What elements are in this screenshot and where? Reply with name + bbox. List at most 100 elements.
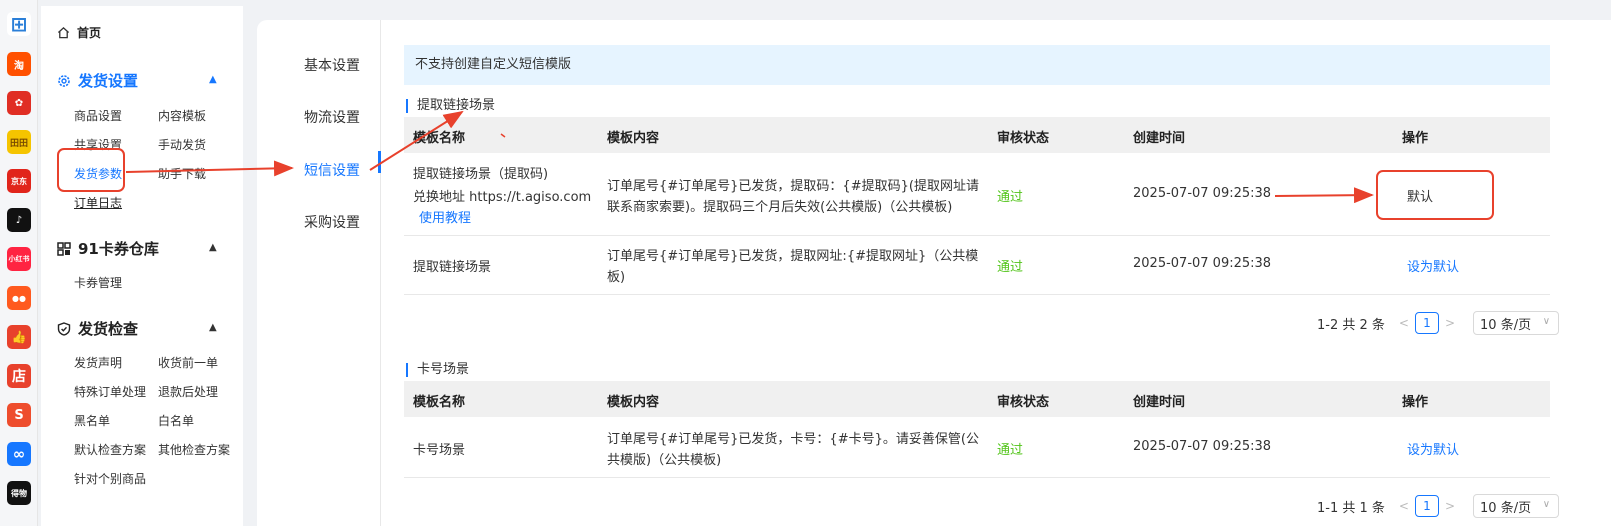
sidebar-item-special-orders[interactable]: 特殊订单处理	[74, 383, 146, 400]
shop-icon[interactable]: 店	[7, 364, 31, 388]
set-default-button[interactable]: 设为默认	[1407, 256, 1459, 275]
sidebar-item-post-refund[interactable]: 退款后处理	[158, 383, 218, 400]
next-page-icon[interactable]: >	[1445, 499, 1455, 513]
template-content: 共模版)（公共模板)	[607, 453, 722, 468]
sidebar-group-delivery-settings[interactable]: 发货设置	[57, 70, 138, 91]
pagination-summary: 1-1 共 1 条	[1317, 500, 1385, 516]
table-row: 卡号场景 订单尾号{#订单尾号}已发货，卡号：{#卡号}。请妥善保管(公 共模版…	[404, 417, 1550, 478]
sidebar-home-label: 首页	[77, 26, 102, 40]
section-title: 卡号场景	[406, 363, 469, 377]
pagination: 1-2 共 2 条 < 1 > 10 条/页 ∨	[1317, 311, 1560, 335]
column-header-name: 模板名称	[413, 395, 466, 410]
sidebar-item-delivery-statement[interactable]: 发货声明	[74, 354, 122, 371]
sidebar-item-content-template[interactable]: 内容模板	[158, 107, 206, 124]
sidebar-group-coupon-warehouse[interactable]: 91卡券仓库	[57, 238, 159, 259]
column-header-created: 创建时间	[1133, 395, 1186, 410]
sidebar-item-default-check-plan[interactable]: 默认检查方案	[74, 441, 146, 458]
sidebar-item-specific-products[interactable]: 针对个别商品	[74, 470, 146, 487]
tutorial-link[interactable]: 使用教程	[419, 207, 471, 226]
tiktok-icon[interactable]: ♪	[7, 208, 31, 232]
pagination-summary: 1-2 共 2 条	[1317, 317, 1385, 333]
gear-icon	[58, 74, 70, 87]
created-time: 2025-07-07 09:25:38	[1133, 256, 1272, 271]
pinduoduo-icon[interactable]: ✿	[7, 91, 31, 115]
tab-purchase-settings[interactable]: 采购设置	[304, 212, 360, 232]
sidebar: 首页 发货设置 ▲ 商品设置 内容模板 共享设置 手动发货 发货参数 助手下载 …	[41, 6, 243, 526]
column-header-action: 操作	[1402, 131, 1429, 146]
pagination: 1-1 共 1 条 < 1 > 10 条/页 ∨	[1317, 494, 1560, 518]
tab-logistics-settings[interactable]: 物流设置	[304, 107, 360, 127]
tab-basic-settings[interactable]: 基本设置	[304, 55, 360, 75]
column-header-content: 模板内容	[607, 395, 660, 410]
page-size-select[interactable]: 10 条/页 ∨	[1473, 494, 1560, 518]
chevron-up-icon[interactable]: ▲	[209, 322, 217, 333]
column-header-content: 模板内容	[607, 131, 660, 146]
dewu-icon[interactable]: 得物	[7, 481, 31, 505]
column-header-created: 创建时间	[1133, 131, 1186, 146]
page-size-value: 10 条/页	[1480, 317, 1532, 333]
annotation-highlight-box	[57, 148, 125, 192]
table-row: 提取链接场景 订单尾号{#订单尾号}已发货，提取网址:{#提取网址}（公共模 板…	[404, 236, 1550, 295]
table-header: 模板名称 模板内容 审核状态 创建时间 操作	[404, 117, 1550, 153]
taobao-icon[interactable]: 淘	[7, 52, 31, 76]
active-tab-indicator	[378, 151, 381, 173]
chevron-down-icon: ∨	[1542, 316, 1551, 327]
tiantian-icon[interactable]: 田田	[7, 130, 31, 154]
chevron-down-icon: ∨	[1542, 499, 1551, 510]
sidebar-item-coupon-management[interactable]: 卡券管理	[74, 274, 122, 291]
sidebar-item-order-log[interactable]: 订单日志	[74, 194, 122, 211]
annotation-highlight-box	[1376, 170, 1494, 220]
page-number-button[interactable]: 1	[1414, 495, 1439, 517]
sidebar-item-other-check-plan[interactable]: 其他检查方案	[158, 441, 230, 458]
redeem-address: 兑换地址 https://t.agiso.com	[413, 190, 592, 205]
page-size-select[interactable]: 10 条/页 ∨	[1473, 311, 1560, 335]
chevron-up-icon[interactable]: ▲	[209, 74, 217, 85]
prev-page-icon[interactable]: <	[1399, 316, 1409, 330]
thumbsup-icon[interactable]: 👍	[7, 325, 31, 349]
settings-tabs: 基本设置 物流设置 短信设置 采购设置	[257, 20, 381, 526]
sidebar-item-blacklist[interactable]: 黑名单	[74, 412, 110, 429]
sidebar-home[interactable]: 首页	[57, 24, 101, 41]
column-header-status: 审核状态	[997, 395, 1050, 410]
sidebar-group-label: 91卡券仓库	[78, 240, 159, 258]
page-size-value: 10 条/页	[1480, 500, 1532, 516]
sidebar-item-product-settings[interactable]: 商品设置	[74, 107, 122, 124]
xiaohongshu-icon[interactable]: 小红书	[7, 247, 31, 271]
shield-icon	[57, 321, 71, 336]
prev-page-icon[interactable]: <	[1399, 499, 1409, 513]
kuaishou-icon[interactable]: ●●	[7, 286, 31, 310]
sidebar-group-delivery-check[interactable]: 发货检查	[57, 318, 138, 339]
warehouse-icon	[57, 241, 71, 256]
status-badge: 通过	[997, 260, 1024, 275]
template-content: 订单尾号{#订单尾号}已发货，提取码：{#提取码}(提取网址请	[607, 179, 979, 194]
link-app-icon[interactable]: ∞	[7, 442, 31, 466]
status-badge: 通过	[997, 443, 1024, 458]
tab-sms-settings[interactable]: 短信设置	[304, 160, 360, 180]
chevron-up-icon[interactable]: ▲	[209, 242, 217, 253]
shopee-icon[interactable]: S	[7, 403, 31, 427]
template-content: 订单尾号{#订单尾号}已发货，提取网址:{#提取网址}（公共模	[607, 249, 979, 264]
set-default-button[interactable]: 设为默认	[1407, 439, 1459, 458]
sidebar-group-label: 发货设置	[78, 72, 139, 90]
created-time: 2025-07-07 09:25:38	[1133, 439, 1272, 454]
column-header-action: 操作	[1402, 395, 1429, 410]
sidebar-group-label: 发货检查	[78, 320, 139, 338]
app-root: ⊞ 淘 ✿ 田田 京东 ♪ 小红书 ●● 👍 店 S ∞ 得物 首页 发货设置 …	[0, 0, 1611, 526]
jd-icon[interactable]: 京东	[7, 169, 31, 193]
sidebar-item-pre-receipt[interactable]: 收货前一单	[158, 354, 218, 371]
section-title: 提取链接场景	[406, 99, 495, 113]
table-header: 模板名称 模板内容 审核状态 创建时间 操作	[404, 381, 1550, 417]
page-number-button[interactable]: 1	[1414, 312, 1439, 334]
info-notice: 不支持创建自定义短信模版	[404, 45, 1550, 85]
sidebar-item-manual-delivery[interactable]: 手动发货	[158, 136, 206, 153]
app-rail: ⊞ 淘 ✿ 田田 京东 ♪ 小红书 ●● 👍 店 S ∞ 得物	[0, 0, 38, 526]
template-content: 板)	[607, 270, 626, 285]
created-time: 2025-07-07 09:25:38	[1133, 186, 1272, 201]
sidebar-item-assistant-download[interactable]: 助手下载	[158, 165, 206, 182]
grid-app-icon[interactable]: ⊞	[7, 12, 31, 36]
next-page-icon[interactable]: >	[1445, 316, 1455, 330]
status-badge: 通过	[997, 190, 1024, 205]
sidebar-item-whitelist[interactable]: 白名单	[158, 412, 194, 429]
column-header-status: 审核状态	[997, 131, 1050, 146]
template-name: 卡号场景	[413, 443, 466, 458]
